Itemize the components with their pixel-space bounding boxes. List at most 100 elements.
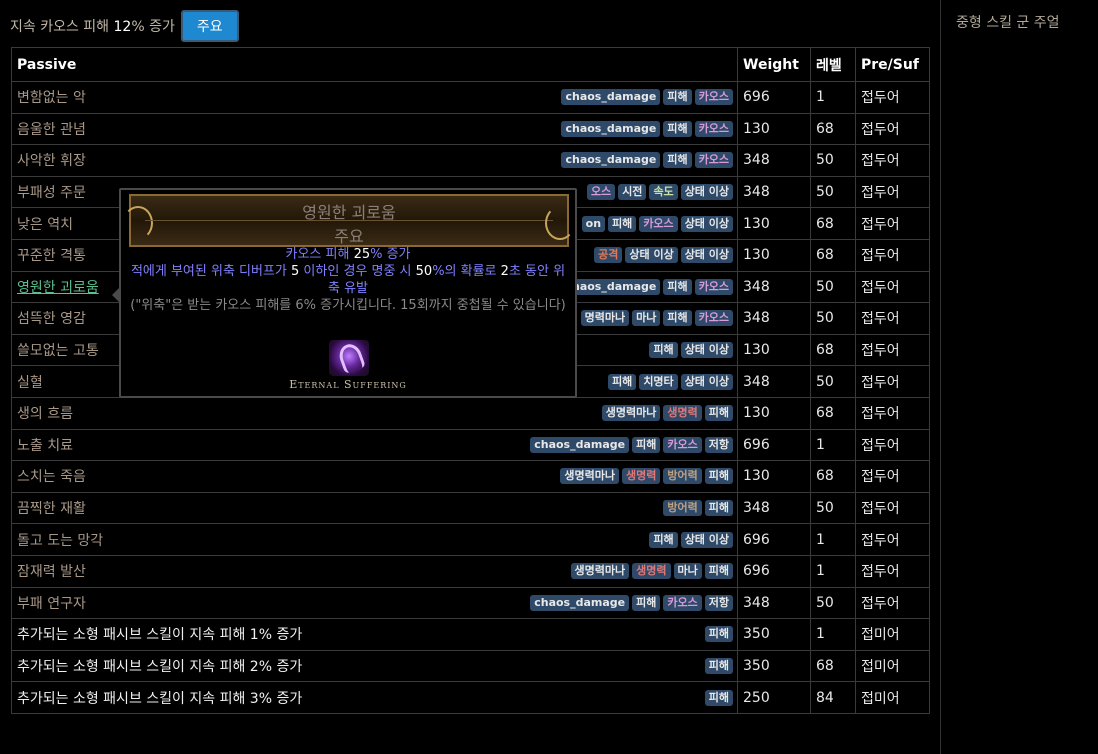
notable-button[interactable]: 주요 (180, 10, 239, 42)
tag-badge: 카오스 (694, 310, 733, 327)
passive-name[interactable]: 꾸준한 격통 (17, 248, 86, 264)
tag-list: chaos_damage 피해 카오스 (561, 152, 733, 169)
level-cell: 50 (810, 491, 856, 525)
passive-name[interactable]: 섬뜩한 영감 (17, 311, 86, 327)
jewel-stat-text: 지속 카오스 피해 12% 증가 (10, 19, 175, 35)
tag-badge: chaos_damage (530, 436, 630, 453)
tag-badge: 피해 (663, 120, 692, 137)
tag-list: 피해 상태 이상 (649, 342, 733, 359)
weight-cell: 348 (737, 302, 811, 335)
column-header-presuf[interactable]: Pre/Suf (855, 47, 930, 82)
passive-name[interactable]: 부패 연구자 (17, 596, 86, 612)
passive-name[interactable]: 추가되는 소형 패시브 스킬이 지속 피해 3% 증가 (17, 691, 302, 707)
passive-name[interactable]: 변함없는 악 (17, 90, 86, 106)
level-cell: 68 (810, 649, 856, 683)
level-cell: 50 (810, 365, 856, 398)
passive-cell: 사악한 휘장 chaos_damage 피해 카오스 (11, 144, 738, 177)
presuf-cell: 접두어 (855, 523, 930, 556)
tag-badge: 상태 이상 (680, 531, 733, 548)
passive-name[interactable]: 스치는 죽음 (17, 469, 86, 485)
tag-badge: 생명력마나 (601, 405, 661, 422)
tag-badge: 피해 (704, 500, 733, 517)
weight-cell: 348 (737, 175, 811, 209)
tag-badge: 저항 (704, 594, 733, 611)
presuf-cell: 접두어 (855, 207, 930, 240)
tag-badge: 생명력 (632, 563, 671, 580)
passive-tooltip: 영원한 괴로움 주요 카오스 피해 25% 증가 적에게 부여된 위축 디버프가… (112, 188, 577, 398)
tag-badge: chaos_damage (561, 152, 661, 169)
passive-cell: 추가되는 소형 패시브 스킬이 지속 피해 1% 증가 피해 (11, 618, 738, 651)
level-cell: 50 (810, 302, 856, 335)
tag-list: 방어력 피해 (663, 500, 733, 517)
tag-badge: 피해 (663, 310, 692, 327)
passive-name[interactable]: 돌고 도는 망각 (17, 533, 103, 549)
tag-badge: 상태 이상 (680, 373, 733, 390)
weight-cell: 130 (737, 396, 811, 430)
level-cell: 1 (810, 554, 856, 588)
tooltip-subtitle: 주요 (334, 227, 364, 246)
passive-name[interactable]: 영원한 괴로움 (17, 280, 99, 296)
tag-badge: 생명력 (622, 468, 661, 485)
table-row: 추가되는 소형 패시브 스킬이 지속 피해 2% 증가 피해 350 68 접미어 (11, 649, 930, 683)
passive-name[interactable]: 추가되는 소형 패시브 스킬이 지속 피해 1% 증가 (17, 627, 302, 643)
tag-badge: 방어력 (663, 468, 702, 485)
weight-cell: 350 (737, 618, 811, 651)
table-row: 잠재력 발산 생명력마나 생명력 마나 피해 696 1 접두어 (11, 554, 930, 588)
passive-name[interactable]: 잠재력 발산 (17, 564, 86, 580)
level-cell: 68 (810, 238, 856, 272)
sidebar-item-medium-cluster-jewel[interactable]: 중형 스킬 군 주얼 (956, 12, 1060, 32)
level-cell: 1 (810, 81, 856, 114)
column-header-level[interactable]: 레벨 (810, 47, 856, 82)
tooltip-reminder: ("위축"은 받는 카오스 피해를 6% 증가시킵니다. 15회까지 중첩될 수… (130, 298, 566, 313)
table-header-row: Passive Weight 레벨 Pre/Suf (11, 47, 930, 82)
passive-name[interactable]: 추가되는 소형 패시브 스킬이 지속 피해 2% 증가 (17, 659, 302, 675)
table-row: 부패 연구자 chaos_damage 피해 카오스 저항 348 50 접두어 (11, 586, 930, 620)
jewel-header: 지속 카오스 피해 12% 증가 주요 (10, 8, 239, 44)
passive-name[interactable]: 쓸모없는 고통 (17, 343, 99, 359)
presuf-cell: 접미어 (855, 681, 930, 714)
column-header-weight[interactable]: Weight (737, 47, 811, 82)
table-row: 생의 흐름 생명력마나 생명력 피해 130 68 접두어 (11, 396, 930, 430)
weight-cell: 348 (737, 270, 811, 304)
passive-name[interactable]: 부패성 주문 (17, 185, 86, 201)
tooltip-arrow (112, 288, 119, 302)
tag-badge: 생명력 (663, 405, 702, 422)
tooltip-body: 카오스 피해 25% 증가 적에게 부여된 위축 디버프가 5 이하인 경우 명… (129, 246, 567, 314)
weight-cell: 130 (737, 207, 811, 240)
passive-name[interactable]: 낮은 역치 (17, 217, 73, 233)
table-row: 추가되는 소형 패시브 스킬이 지속 피해 1% 증가 피해 350 1 접미어 (11, 618, 930, 651)
tag-badge: 생명력마나 (570, 563, 630, 580)
presuf-cell: 접두어 (855, 333, 930, 367)
tag-badge: 명력마나 (580, 310, 630, 327)
passive-name[interactable]: 노출 치료 (17, 438, 73, 454)
tag-badge: 저항 (704, 436, 733, 453)
weight-cell: 130 (737, 112, 811, 146)
passive-cell: 돌고 도는 망각 피해 상태 이상 (11, 523, 738, 556)
presuf-cell: 접미어 (855, 618, 930, 651)
presuf-cell: 접두어 (855, 586, 930, 620)
passive-cell: 추가되는 소형 패시브 스킬이 지속 피해 2% 증가 피해 (11, 649, 738, 683)
passive-name[interactable]: 생의 흐름 (17, 406, 73, 422)
tag-list: 생명력마나 생명력 방어력 피해 (560, 468, 733, 485)
weight-cell: 130 (737, 333, 811, 367)
tag-list: on 피해 카오스 상태 이상 (581, 215, 733, 232)
tag-badge: 카오스 (694, 278, 733, 295)
passive-name[interactable]: 끔찍한 재활 (17, 501, 86, 517)
passive-name[interactable]: 사악한 휘장 (17, 153, 86, 169)
tag-badge: 피해 (649, 342, 678, 359)
passive-name[interactable]: 실혈 (17, 375, 43, 391)
tag-badge: 상태 이상 (625, 247, 678, 264)
tag-badge: 피해 (663, 152, 692, 169)
column-header-passive[interactable]: Passive (11, 47, 738, 82)
tag-badge: 방어력 (663, 500, 702, 517)
tag-badge: on (581, 215, 606, 232)
tag-list: chaos_damage 피해 카오스 (561, 278, 733, 295)
tag-badge: 피해 (649, 531, 678, 548)
level-cell: 1 (810, 618, 856, 651)
passive-name[interactable]: 음울한 관념 (17, 122, 86, 138)
tag-list: chaos_damage 피해 카오스 (561, 120, 733, 137)
tag-badge: 피해 (608, 215, 637, 232)
tooltip-header: 영원한 괴로움 주요 (123, 194, 575, 247)
tag-badge: 피해 (632, 594, 661, 611)
tag-badge: 카오스 (639, 215, 678, 232)
